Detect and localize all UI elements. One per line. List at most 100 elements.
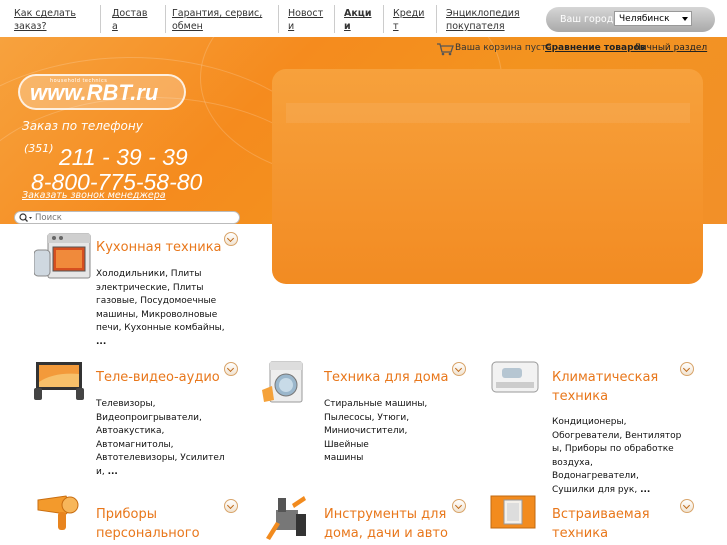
compare-products-link[interactable]: Сравнение товаров (545, 43, 645, 53)
category-title[interactable]: дома, дачи и авто (324, 524, 448, 543)
category-line[interactable]: Видеопроигрыватели, (96, 412, 226, 426)
built-in-oven-icon[interactable] (490, 494, 536, 530)
nav-label: покупателя (446, 21, 505, 32)
chevron-down-icon (682, 17, 688, 21)
divider (334, 5, 335, 33)
category-title[interactable]: Теле-видео-аудио (96, 368, 220, 387)
city-value: Челябинск (619, 14, 670, 24)
category-line: Сушилки для рук, ... (552, 484, 682, 498)
site-logo[interactable]: household technics www.RBT.ru (18, 74, 186, 110)
city-label: Ваш город : (560, 14, 620, 25)
category-description: Телевизоры, Видеопроигрыватели, Автоакус… (96, 398, 226, 480)
hair-dryer-icon[interactable] (36, 494, 80, 534)
category-description: Кондиционеры, Обогреватели, Вентилятор ы… (552, 416, 682, 498)
category-title[interactable]: Техника для дома (324, 368, 449, 387)
nav-label: а (112, 21, 118, 32)
category-line[interactable]: печи, Кухонные комбайны, (96, 322, 226, 336)
nav-label: Гарантия, сервис, (172, 8, 263, 19)
nav-news[interactable]: Новост и (288, 7, 323, 33)
category-line[interactable]: Миниочистители, Швейные (324, 425, 454, 452)
city-selector: Ваш город : Челябинск (546, 7, 715, 32)
nav-label: и (288, 21, 295, 32)
chevron-down-icon[interactable] (224, 362, 238, 376)
tv-icon[interactable] (34, 360, 84, 402)
category-line[interactable]: Пылесосы, Утюги, (324, 412, 454, 426)
nav-credit[interactable]: Креди т (393, 7, 424, 33)
nav-warranty[interactable]: Гарантия, сервис, обмен (172, 7, 262, 33)
category-line[interactable]: Автомагнитолы, (96, 439, 226, 453)
area-code: (351) (24, 142, 54, 155)
search-box (14, 211, 240, 224)
category-line[interactable]: электрические, Плиты (96, 282, 226, 296)
search-input[interactable] (35, 212, 230, 223)
nav-label: заказ? (14, 21, 47, 32)
divider (278, 5, 279, 33)
request-callback-link[interactable]: Заказать звонок менеджера (22, 190, 166, 201)
category-line[interactable]: ы, Приборы по обработке (552, 443, 682, 457)
city-dropdown[interactable]: Челябинск (614, 11, 692, 26)
nav-label: и (344, 21, 351, 32)
chevron-down-icon[interactable] (452, 499, 466, 513)
category-line[interactable]: воздуха, Водонагреватели, (552, 457, 682, 484)
category-line[interactable]: Телевизоры, (96, 398, 226, 412)
more-link[interactable]: ... (96, 336, 226, 350)
category-title[interactable]: Встраиваемая (552, 505, 650, 524)
category-line[interactable]: газовые, Посудомоечные (96, 295, 226, 309)
chevron-down-icon[interactable] (452, 362, 466, 376)
category-line: и, ... (96, 466, 226, 480)
nav-delivery[interactable]: Достав а (112, 7, 147, 33)
category-line[interactable]: Стиральные машины, (324, 398, 454, 412)
nav-label: Новост (288, 8, 324, 19)
category-title[interactable]: Климатическая (552, 368, 658, 387)
category-title[interactable]: Приборы (96, 505, 157, 524)
order-by-phone-label: Заказ по телефону (22, 119, 143, 133)
chevron-down-icon[interactable] (224, 499, 238, 513)
cart-icon[interactable] (436, 42, 454, 56)
promo-banner[interactable] (272, 69, 703, 284)
washing-machine-icon[interactable] (262, 360, 306, 404)
account-link[interactable]: Личный раздел (634, 43, 707, 53)
divider (383, 5, 384, 33)
nav-label: обмен (172, 21, 203, 32)
nav-label: Достав (112, 8, 148, 19)
chevron-down-icon[interactable] (680, 499, 694, 513)
category-line[interactable]: Обогреватели, Вентилятор (552, 430, 682, 444)
category-title[interactable]: Инструменты для (324, 505, 446, 524)
phone-number-local: 211 - 39 - 39 (59, 144, 188, 170)
nav-label: Акци (344, 8, 372, 19)
category-title[interactable]: персонального (96, 524, 200, 543)
category-line[interactable]: Холодильники, Плиты (96, 268, 226, 282)
divider (436, 5, 437, 33)
top-navigation: Как сделать заказ? Достав а Гарантия, серв… (0, 0, 727, 38)
category-title[interactable]: техника (552, 387, 608, 406)
nav-label: т (393, 21, 399, 32)
more-link[interactable]: ... (640, 485, 650, 495)
category-title[interactable]: Кухонная техника (96, 238, 222, 257)
category-line[interactable]: Сушилки для рук, (552, 485, 637, 495)
nav-label: Креди (393, 8, 425, 19)
cart-status: Ваша корзина пуста (455, 43, 552, 53)
search-icon[interactable] (19, 213, 33, 223)
more-link[interactable]: ... (108, 467, 118, 477)
nav-label: Как сделать (14, 8, 76, 19)
category-line[interactable]: Кондиционеры, (552, 416, 682, 430)
tools-icon[interactable] (262, 494, 308, 540)
nav-how-to-order[interactable]: Как сделать заказ? (14, 7, 76, 33)
chevron-down-icon[interactable] (224, 232, 238, 246)
category-line[interactable]: Автотелевизоры, Усилител (96, 452, 226, 466)
nav-encyclopedia[interactable]: Энциклопедия покупателя (446, 7, 520, 33)
category-description: Холодильники, Плиты электрические, Плиты… (96, 268, 226, 350)
divider (100, 5, 101, 33)
category-line[interactable]: и, (96, 467, 105, 477)
stove-icon[interactable] (34, 230, 92, 282)
category-line[interactable]: машины (324, 452, 454, 466)
air-conditioner-icon[interactable] (490, 360, 540, 396)
nav-promotions[interactable]: Акци и (344, 7, 372, 33)
divider (165, 5, 166, 33)
category-title[interactable]: техника (552, 524, 608, 543)
category-line[interactable]: машины, Микроволновые (96, 309, 226, 323)
chevron-down-icon[interactable] (680, 362, 694, 376)
banner-highlight (286, 103, 690, 123)
logo-text: www.RBT.ru (30, 80, 159, 105)
category-line[interactable]: Автоакустика, (96, 425, 226, 439)
